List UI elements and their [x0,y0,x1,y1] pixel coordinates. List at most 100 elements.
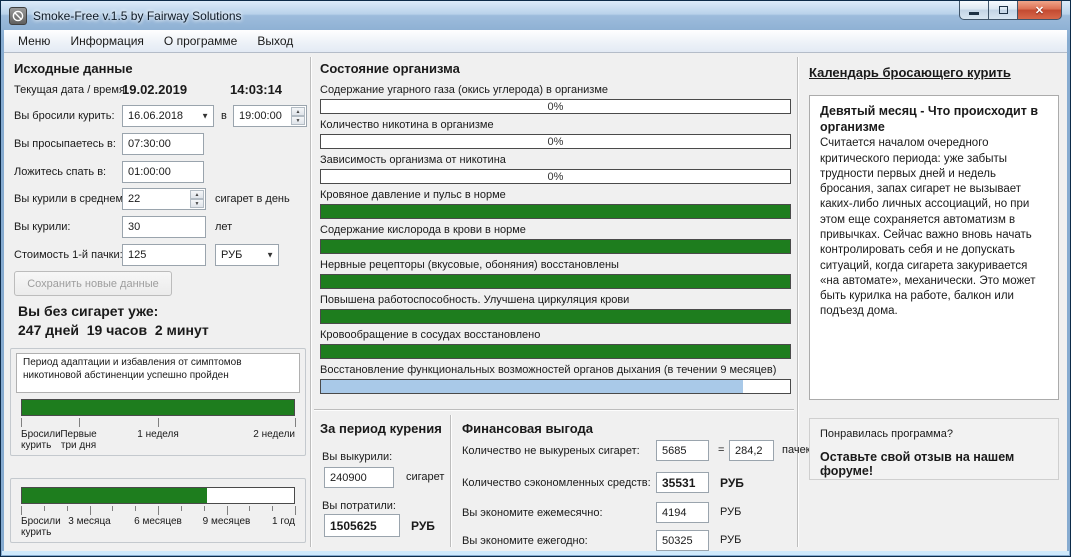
timeline-labels: Бросили курить3 месяца6 месяцев9 месяцев… [21,516,295,540]
vertical-separator [797,57,799,547]
feedback-box: Понравилась программа? Оставьте свой отз… [809,418,1059,480]
window-frame-bottom [2,551,1069,555]
currency-value: РУБ [221,249,242,261]
finance-packs-field[interactable]: 284,2 [729,440,774,461]
progress-percent-text: 0% [321,100,790,113]
status-progressbar: 0% [320,99,791,114]
years-smoked-field[interactable]: 30 [122,216,206,238]
calendar-text: Считается началом очередного критическог… [820,136,1048,319]
tick-mark [181,506,182,511]
menu-item[interactable]: Информация [60,31,153,51]
years-smoked-suffix: лет [215,221,232,233]
chevron-down-icon: ▼ [266,251,274,260]
body-state-header: Состояние организма [320,61,460,76]
timeline-label: Первые три дня [60,429,96,451]
calendar-title: Девятый месяц - Что происходит в организ… [820,104,1048,135]
timeline-ticks [21,418,295,428]
vertical-separator [310,57,312,547]
status-bar-label: Нервные рецепторы (вкусовые, обоняния) в… [320,259,619,271]
finance-value-field[interactable]: 5685 [656,440,709,461]
timeline-label: Бросили курить [21,429,61,451]
two-week-progressbar [21,399,295,416]
save-new-data-button[interactable]: Сохранить новые данные [14,271,172,296]
tick-mark [44,506,45,511]
menu-item[interactable]: О программе [154,31,247,51]
finance-value-field[interactable]: 35531 [656,472,709,493]
timeline-label: 6 месяцев [134,516,182,527]
calendar-panel: Календарь бросающего курить Девятый меся… [801,53,1066,552]
finance-label: Вы экономите ежемесячно: [462,507,603,519]
tick-mark [112,506,113,511]
finance-label: Вы экономите ежегодно: [462,535,588,547]
tick-mark [295,506,296,515]
avg-cigarettes-spinner[interactable]: 22 ▲▼ [122,188,206,210]
minimize-button[interactable] [959,1,989,20]
status-progressbar [320,274,791,289]
maximize-icon [999,6,1008,14]
pack-price-field[interactable]: 125 [122,244,206,266]
finance-header: Финансовая выгода [462,421,593,436]
quit-conjunction: в [221,110,227,122]
timeline-labels: Бросили куритьПервые три дня 1 неделя 2 не… [21,429,295,453]
pack-price-value: 125 [128,249,146,261]
initial-data-header: Исходные данные [14,61,133,76]
progress-fill [321,380,743,393]
initial-data-panel: Исходные данные Текущая дата / время: 19… [8,53,310,552]
calendar-box: Девятый месяц - Что происходит в организ… [809,95,1059,400]
progress-fill [22,488,207,503]
status-bar-label: Повышена работоспособность. Улучшена цир… [320,294,629,306]
tick-mark [272,506,273,511]
status-progressbar [320,379,791,394]
progress-fill [321,345,790,358]
timeline-label: 1 неделя [137,429,179,440]
currency-combobox[interactable]: РУБ ▼ [215,244,279,266]
spinner-buttons[interactable]: ▲▼ [291,107,305,125]
wake-time-field[interactable]: 07:30:00 [122,133,204,155]
wake-time-label: Вы просыпаетесь в: [14,138,116,150]
spin-up-icon[interactable]: ▲ [190,190,204,199]
title-bar[interactable]: Smoke-Free v.1.5 by Fairway Solutions ✕ [1,1,1070,30]
current-time-value: 14:03:14 [230,82,282,97]
smoke-free-duration-header: Вы без сигарет уже: [18,303,158,319]
window-title: Smoke-Free v.1.5 by Fairway Solutions [33,9,242,23]
current-datetime-label: Текущая дата / время: [14,84,128,96]
feedback-question: Понравилась программа? [820,428,953,440]
horizontal-separator [314,409,794,411]
adaptation-groupbox: Период адаптации и избавления от симптом… [10,348,306,456]
quit-time-spinner[interactable]: 19:00:00 ▲▼ [233,105,307,127]
menu-item[interactable]: Меню [8,31,60,51]
finance-value-field[interactable]: 4194 [656,502,709,523]
finance-label: Количество не выкуреных сигарет: [462,445,640,457]
menu-item[interactable]: Выход [247,31,303,51]
timeline-label: 2 недели [253,429,295,440]
status-bar-label: Кровообращение в сосудах восстановлено [320,329,540,341]
maximize-button[interactable] [989,1,1018,20]
smoke-free-duration-value: 247 дней 19 часов 2 минут [18,322,209,338]
status-bar-label: Кровяное давление и пульс в норме [320,189,506,201]
finance-label: Количество сэкономленных средств: [462,477,651,489]
tick-mark [249,506,250,511]
progress-fill [321,240,790,253]
spin-down-icon[interactable]: ▼ [291,116,305,125]
quit-time-value: 19:00:00 [239,110,282,122]
finance-suffix: РУБ [720,476,744,490]
finance-row: Количество сэкономленных средств: 35531 РУ… [314,472,797,496]
tick-mark [21,418,22,427]
sleep-time-field[interactable]: 01:00:00 [122,161,204,183]
status-progressbar: 0% [320,134,791,149]
status-bar-label: Содержание кислорода в крови в норме [320,224,526,236]
client-area: Исходные данные Текущая дата / время: 19… [4,53,1067,552]
tick-mark [21,506,22,515]
spin-down-icon[interactable]: ▼ [190,199,204,208]
close-button[interactable]: ✕ [1018,1,1062,20]
avg-cigarettes-value: 22 [128,193,140,205]
wake-time-value: 07:30:00 [128,138,171,150]
spin-up-icon[interactable]: ▲ [291,107,305,116]
tick-mark [67,506,68,511]
tick-mark [227,506,228,515]
progress-fill [22,400,294,415]
finance-value-field[interactable]: 50325 [656,530,709,551]
spinner-buttons[interactable]: ▲▼ [190,190,204,208]
quit-date-combobox[interactable]: 16.06.2018 ▼ [122,105,214,127]
status-progressbar [320,239,791,254]
